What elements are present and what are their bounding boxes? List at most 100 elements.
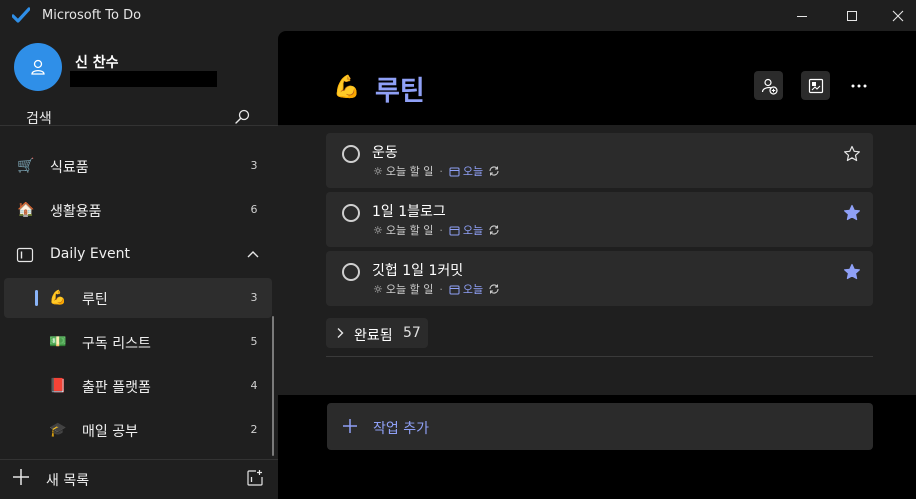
sidebar-scrollbar[interactable] xyxy=(272,316,274,456)
my-day-icon: ☼ xyxy=(373,164,383,178)
due-date: 오늘 xyxy=(449,281,483,297)
star-filled-icon[interactable] xyxy=(843,204,861,222)
new-list-button[interactable]: 새 목록 xyxy=(0,459,278,499)
complete-checkbox[interactable] xyxy=(342,263,360,281)
maximize-icon xyxy=(847,10,857,21)
completed-count: 57 xyxy=(403,325,421,341)
my-day-icon: ☼ xyxy=(373,223,383,237)
flexed-biceps-icon: 💪 xyxy=(49,290,67,306)
task-meta: ☼ 오늘 할 일 · 오늘 xyxy=(373,163,500,179)
separator-dot: · xyxy=(439,282,443,296)
sidebar-item-daily-study[interactable]: 🎓 매일 공부 2 xyxy=(4,410,272,450)
task-count: 3 xyxy=(250,159,258,172)
separator-dot: · xyxy=(439,223,443,237)
minimize-button[interactable] xyxy=(779,0,825,31)
my-day-label: 오늘 할 일 xyxy=(385,224,434,237)
search-icon[interactable] xyxy=(233,108,251,126)
more-options-icon xyxy=(851,84,866,87)
sidebar-item-groceries[interactable]: 🛒 식료품 3 xyxy=(4,146,272,186)
repeat-icon xyxy=(489,166,499,176)
minimize-icon xyxy=(797,15,807,17)
divider xyxy=(326,356,873,357)
completed-toggle[interactable]: 완료됨 57 xyxy=(326,318,428,348)
sidebar-item-label: 구독 리스트 xyxy=(82,336,151,352)
more-options-button[interactable] xyxy=(844,71,873,100)
task-title: 1일 1블로그 xyxy=(372,204,446,220)
task-item[interactable]: 깃헙 1일 1커밋 ☼ 오늘 할 일 · 오늘 xyxy=(326,251,873,306)
due-date-label: 오늘 xyxy=(462,224,484,237)
calendar-icon xyxy=(449,285,460,294)
star-filled-icon[interactable] xyxy=(843,263,861,281)
due-date-label: 오늘 xyxy=(462,165,484,178)
add-task-placeholder: 작업 추가 xyxy=(373,421,429,437)
close-button[interactable] xyxy=(875,0,916,31)
house-icon: 🏠 xyxy=(17,202,35,218)
maximize-button[interactable] xyxy=(829,0,875,31)
money-icon: 💵 xyxy=(49,334,67,350)
repeat-icon xyxy=(489,225,499,235)
title-bar: Microsoft To Do xyxy=(0,0,916,31)
sidebar-item-label: 루틴 xyxy=(82,292,108,308)
task-title: 운동 xyxy=(372,145,398,161)
task-count: 2 xyxy=(250,423,258,436)
sidebar: 신 찬수 검색 🛒 식료품 3 🏠 생활용품 6 Daily Event 💪 루… xyxy=(0,31,278,499)
user-email-redacted xyxy=(70,71,217,87)
my-day-label: 오늘 할 일 xyxy=(385,165,434,178)
share-list-icon xyxy=(761,78,778,95)
my-day-label: 오늘 할 일 xyxy=(385,283,434,296)
group-icon xyxy=(16,247,34,263)
task-list: 운동 ☼ 오늘 할 일 · 오늘 1일 1블로그 ☼ 오늘 할 일 · 오늘 깃… xyxy=(278,125,916,395)
due-date: 오늘 xyxy=(449,222,483,238)
sidebar-divider xyxy=(0,125,278,126)
task-title: 깃헙 1일 1커밋 xyxy=(372,263,464,279)
user-name[interactable]: 신 찬수 xyxy=(75,52,119,72)
sidebar-group-daily-event[interactable]: Daily Event xyxy=(4,235,272,275)
red-book-icon: 📕 xyxy=(49,378,67,394)
separator-dot: · xyxy=(439,164,443,178)
sidebar-item-label: 매일 공부 xyxy=(82,424,138,440)
task-meta: ☼ 오늘 할 일 · 오늘 xyxy=(373,222,500,238)
task-count: 6 xyxy=(250,203,258,216)
task-count: 4 xyxy=(250,379,258,392)
star-outline-icon[interactable] xyxy=(843,145,861,163)
calendar-icon xyxy=(449,226,460,235)
close-icon xyxy=(892,10,904,21)
sidebar-item-subscriptions[interactable]: 💵 구독 리스트 5 xyxy=(4,322,272,362)
avatar[interactable] xyxy=(14,43,62,91)
app-logo-icon xyxy=(12,7,30,23)
sidebar-group-label: Daily Event xyxy=(50,246,130,262)
calendar-icon xyxy=(449,167,460,176)
chevron-right-icon xyxy=(337,328,344,338)
repeat-icon xyxy=(489,284,499,294)
task-item[interactable]: 1일 1블로그 ☼ 오늘 할 일 · 오늘 xyxy=(326,192,873,247)
change-theme-button[interactable] xyxy=(801,71,830,100)
task-count: 5 xyxy=(250,335,258,348)
person-icon xyxy=(31,59,45,75)
plus-icon xyxy=(343,419,357,433)
sidebar-item-household[interactable]: 🏠 생활용품 6 xyxy=(4,190,272,230)
new-group-icon[interactable] xyxy=(246,469,264,487)
main-pane: 💪 루틴 운동 ☼ 오늘 할 일 · 오늘 1일 1블로그 ☼ 오늘 할 일 ·… xyxy=(278,31,916,499)
app-title: Microsoft To Do xyxy=(42,8,142,23)
active-indicator xyxy=(35,290,38,306)
sidebar-item-publishing[interactable]: 📕 출판 플랫폼 4 xyxy=(4,366,272,406)
sidebar-item-label: 출판 플랫폼 xyxy=(82,380,151,396)
list-title[interactable]: 루틴 xyxy=(375,69,425,108)
plus-icon xyxy=(13,469,29,485)
task-meta: ☼ 오늘 할 일 · 오늘 xyxy=(373,281,500,297)
flexed-biceps-icon: 💪 xyxy=(333,75,361,100)
my-day-icon: ☼ xyxy=(373,282,383,296)
sidebar-item-routine[interactable]: 💪 루틴 3 xyxy=(4,278,272,318)
task-item[interactable]: 운동 ☼ 오늘 할 일 · 오늘 xyxy=(326,133,873,188)
complete-checkbox[interactable] xyxy=(342,145,360,163)
new-list-label: 새 목록 xyxy=(46,473,90,489)
due-date: 오늘 xyxy=(449,163,483,179)
completed-label: 완료됨 xyxy=(354,328,393,344)
cart-icon: 🛒 xyxy=(17,158,35,174)
share-list-button[interactable] xyxy=(754,71,783,100)
add-task-input[interactable]: 작업 추가 xyxy=(327,403,873,450)
graduation-cap-icon: 🎓 xyxy=(49,422,67,438)
task-count: 3 xyxy=(250,291,258,304)
chevron-up-icon[interactable] xyxy=(247,250,259,258)
complete-checkbox[interactable] xyxy=(342,204,360,222)
